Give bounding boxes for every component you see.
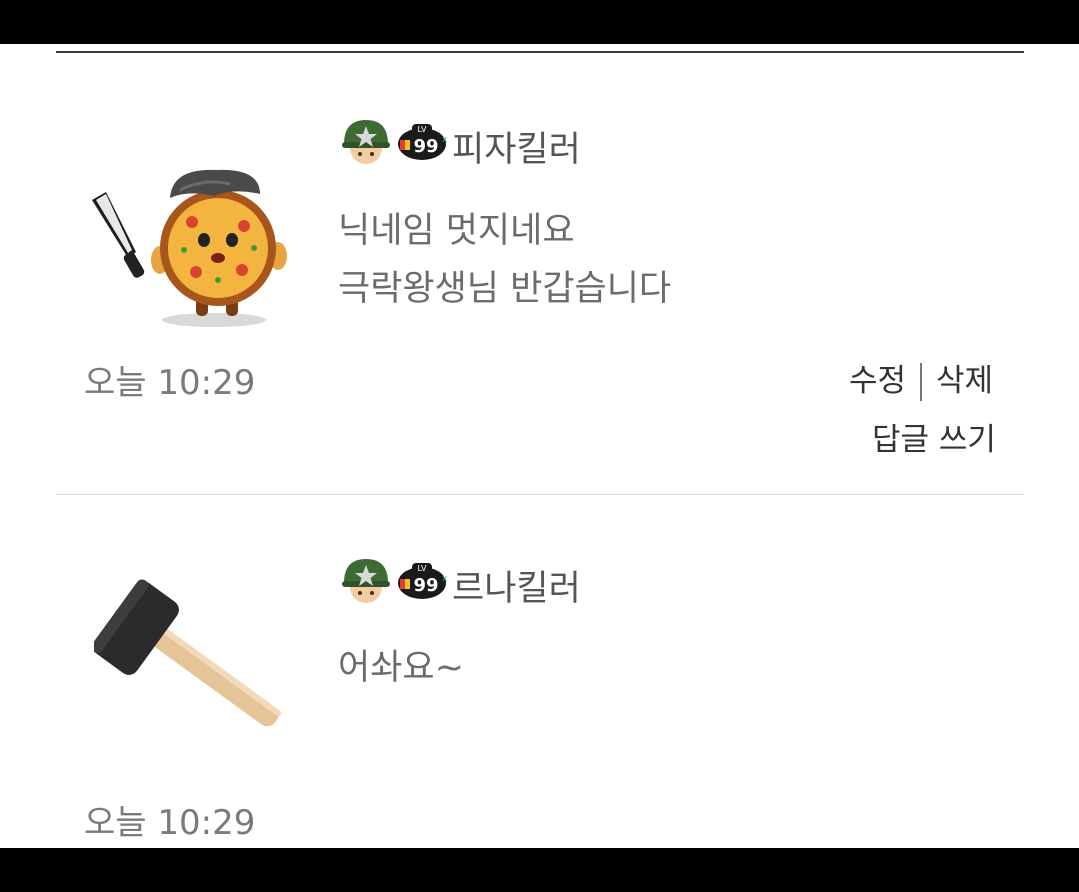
comment-text-line: 극락왕생님 반갑습니다 <box>338 269 672 309</box>
comment-timestamp: 오늘 10:29 <box>84 363 256 403</box>
top-divider <box>56 51 1024 53</box>
comment-timestamp: 오늘 10:29 <box>84 803 256 843</box>
svg-text:LV: LV <box>417 564 427 573</box>
top-black-bar <box>0 0 1079 44</box>
soldier-helmet-icon <box>342 120 390 164</box>
username[interactable]: 피자킬러 <box>452 130 581 170</box>
mallet-hammer-icon[interactable] <box>94 574 294 749</box>
user-badges: LV 99 x <box>340 555 448 607</box>
edit-button[interactable]: 수정 <box>849 361 906 401</box>
comment-text-line: 어솨요~ <box>338 648 464 688</box>
reply-button[interactable]: 답글 쓰기 <box>872 420 996 460</box>
user-badges: LV 99 x <box>340 116 448 168</box>
svg-text:99: 99 <box>413 136 438 157</box>
comment-divider <box>56 494 1024 495</box>
bottom-black-bar <box>0 848 1079 892</box>
delete-button[interactable]: 삭제 <box>936 361 993 401</box>
level-99-badge-icon: LV 99 x <box>398 124 448 160</box>
svg-text:x: x <box>442 135 448 145</box>
action-separator <box>920 363 922 401</box>
username[interactable]: 르나킬러 <box>452 569 581 609</box>
svg-text:x: x <box>442 574 448 584</box>
comment-text-line: 닉네임 멋지네요 <box>338 211 575 251</box>
svg-text:LV: LV <box>417 125 427 134</box>
svg-text:99: 99 <box>413 575 438 596</box>
level-99-badge-icon: LV 99 x <box>398 563 448 599</box>
soldier-helmet-icon <box>342 559 390 603</box>
pizza-character-with-knife-icon[interactable] <box>84 160 289 330</box>
